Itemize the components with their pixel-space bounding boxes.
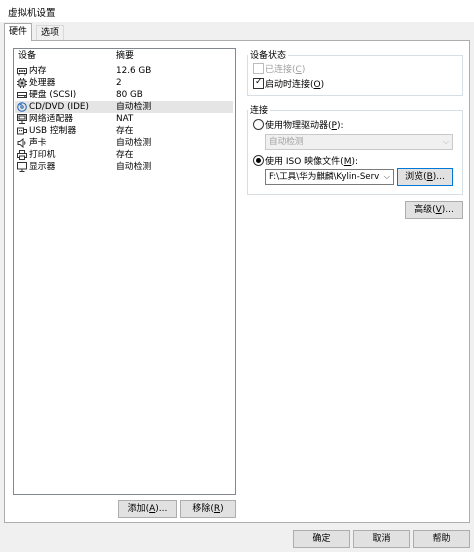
device-name: 内存 bbox=[29, 66, 47, 76]
device-summary: 自动检测 bbox=[116, 102, 152, 112]
chevron-down-icon: ⌵ bbox=[442, 137, 449, 146]
checkmark-icon: ✓ bbox=[255, 77, 263, 87]
device-row[interactable]: 网络适配器 NAT bbox=[14, 113, 233, 125]
printer-icon bbox=[17, 150, 27, 160]
device-summary: 存在 bbox=[116, 126, 134, 136]
advanced-button[interactable]: 高级(V)... bbox=[405, 201, 463, 219]
device-row[interactable]: USB 控制器 存在 bbox=[14, 125, 233, 137]
device-name: 硬盘 (SCSI) bbox=[29, 90, 77, 100]
device-name: 声卡 bbox=[29, 138, 47, 148]
memory-icon bbox=[17, 66, 27, 76]
column-header-device[interactable]: 设备 bbox=[18, 49, 36, 63]
hard-disk-icon bbox=[17, 90, 27, 100]
tab-options[interactable]: 选项 bbox=[36, 25, 65, 41]
ok-button[interactable]: 确定 bbox=[293, 530, 350, 548]
device-row[interactable]: 内存 12.6 GB bbox=[14, 65, 233, 77]
physical-drive-radio[interactable] bbox=[253, 119, 264, 130]
device-list[interactable]: 设备 摘要 内存 12.6 GB 处理器 2 硬盘 (SCSI) 80 GB CD/DVD … bbox=[13, 48, 236, 495]
column-header-summary[interactable]: 摘要 bbox=[116, 49, 134, 63]
tab-hardware[interactable]: 硬件 bbox=[4, 23, 33, 41]
physical-drive-label: 使用物理驱动器(P): bbox=[265, 121, 344, 131]
device-row[interactable]: 硬盘 (SCSI) 80 GB bbox=[14, 89, 233, 101]
device-name: 显示器 bbox=[29, 162, 56, 172]
physical-drive-select[interactable]: 自动检测 ⌵ bbox=[265, 134, 453, 150]
device-row[interactable]: CD/DVD (IDE) 自动检测 bbox=[14, 101, 233, 113]
cd-dvd-icon bbox=[17, 102, 27, 112]
add-device-button[interactable]: 添加(A)... bbox=[118, 500, 177, 518]
iso-path-combobox[interactable]: F:\工具\华为麒麟\Kylin-Server- ⌵ bbox=[265, 169, 394, 185]
device-summary: 存在 bbox=[116, 150, 134, 160]
connect-at-power-on-label: 启动时连接(O) bbox=[265, 80, 325, 90]
tab-strip bbox=[0, 22, 474, 42]
device-name: 打印机 bbox=[29, 150, 56, 160]
help-button[interactable]: 帮助 bbox=[413, 530, 470, 548]
device-status-title: 设备状态 bbox=[248, 48, 289, 61]
device-row[interactable]: 显示器 自动检测 bbox=[14, 161, 233, 173]
device-name: CD/DVD (IDE) bbox=[29, 102, 89, 112]
cancel-button[interactable]: 取消 bbox=[353, 530, 410, 548]
network-adapter-icon bbox=[17, 114, 27, 124]
browse-button[interactable]: 浏览(B)... bbox=[397, 168, 453, 186]
iso-image-label: 使用 ISO 映像文件(M): bbox=[265, 157, 358, 167]
device-row[interactable]: 声卡 自动检测 bbox=[14, 137, 233, 149]
device-row[interactable]: 处理器 2 bbox=[14, 77, 233, 89]
device-summary: NAT bbox=[116, 114, 134, 124]
device-summary: 自动检测 bbox=[116, 138, 152, 148]
sound-card-icon bbox=[17, 137, 27, 149]
radio-dot bbox=[256, 158, 261, 163]
device-name: 处理器 bbox=[29, 78, 56, 88]
title-bar bbox=[0, 0, 474, 22]
connected-checkbox[interactable] bbox=[253, 63, 264, 74]
device-summary: 自动检测 bbox=[116, 162, 152, 172]
device-summary: 2 bbox=[116, 78, 122, 88]
chevron-down-icon[interactable]: ⌵ bbox=[384, 170, 390, 184]
connection-title: 连接 bbox=[248, 103, 271, 116]
cpu-icon bbox=[17, 78, 27, 88]
usb-icon bbox=[17, 126, 27, 136]
device-name: 网络适配器 bbox=[29, 114, 73, 124]
iso-image-radio[interactable] bbox=[253, 155, 264, 166]
window-title: 虚拟机设置 bbox=[8, 8, 56, 19]
device-summary: 12.6 GB bbox=[116, 66, 152, 76]
connect-at-power-on-checkbox[interactable]: ✓ bbox=[253, 77, 264, 89]
device-summary: 80 GB bbox=[116, 90, 143, 100]
display-icon bbox=[17, 162, 27, 172]
remove-device-button[interactable]: 移除(R) bbox=[180, 500, 236, 518]
device-row[interactable]: 打印机 存在 bbox=[14, 149, 233, 161]
connected-label: 已连接(C) bbox=[265, 65, 306, 75]
device-name: USB 控制器 bbox=[29, 126, 77, 136]
